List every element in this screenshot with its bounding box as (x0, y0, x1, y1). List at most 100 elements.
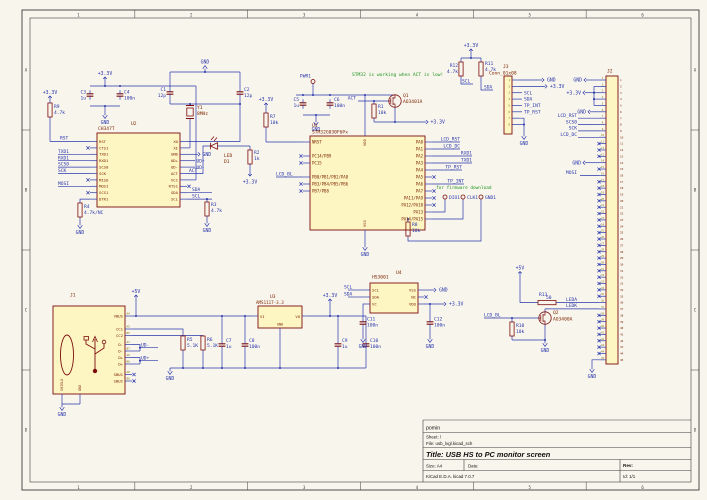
power-label: GND (101, 120, 110, 126)
j1-pin-number: B8 (127, 377, 131, 381)
power-label: +3.3V (259, 97, 274, 103)
r6-symbol[interactable] (200, 335, 206, 351)
u4-pin-name: VSS (409, 287, 417, 292)
j1-pin-name: SHIELD (60, 379, 64, 391)
power-label: +3.3V (98, 71, 113, 77)
power-label: GND (203, 228, 212, 234)
ref-value-label: LCD_RST (441, 137, 461, 143)
u1-pin-name: PA0 (416, 140, 424, 145)
title-block: pomin Sheet: / File: usb_lvgl.kicad_sch … (422, 419, 691, 482)
gnd-symbol (102, 112, 108, 119)
j2-pin-number: 21 (601, 203, 605, 207)
junction-dot (469, 56, 473, 60)
c8-symbol (241, 343, 249, 347)
j2-connector-body[interactable] (605, 75, 619, 365)
j2-net-label: LEDK (566, 303, 577, 309)
j2-pin-number: 10 (601, 133, 605, 137)
c4-symbol (116, 93, 124, 97)
ref-value-label: J1 (70, 293, 76, 299)
j2-pin-number: 19 (601, 190, 605, 194)
r5-symbol[interactable] (180, 335, 186, 351)
r2-symbol[interactable] (247, 149, 253, 165)
gnd-symbol (59, 404, 65, 411)
ref-value-label: C12 (434, 317, 443, 323)
j2-pin-name: 31 (620, 269, 624, 273)
junction-dot (134, 314, 138, 318)
ref-value-label: TXD1 (461, 158, 472, 164)
no-connect-x (299, 154, 303, 158)
comment-text: STM32 is working when ACT is low! (352, 72, 443, 78)
junction-dot (328, 314, 332, 318)
junction-dot (201, 366, 205, 370)
ref-value-label: LED (224, 153, 233, 159)
r4-symbol[interactable] (77, 202, 83, 218)
r1-symbol[interactable] (371, 103, 377, 119)
pwr1-testpoint[interactable] (310, 79, 316, 84)
j1-pin-number: A5 (127, 325, 131, 329)
junction-dot (243, 366, 247, 370)
ref-value-label: R6 (207, 337, 213, 343)
u2-ch347-body[interactable] (96, 132, 181, 208)
ref-value-label: TP_RST (445, 165, 462, 171)
ref-value-label: RST (60, 136, 69, 142)
ref-value-label: 1k (254, 156, 260, 162)
power-label: GND (359, 344, 368, 350)
clk1-testpoint[interactable] (460, 194, 466, 200)
j2-pin-number: 16 (601, 171, 605, 175)
ref-value-label: C3 (80, 90, 86, 96)
j2-pin-name: 27 (620, 243, 624, 247)
ref-value-label: 10k (270, 120, 279, 126)
r11-symbol[interactable] (478, 61, 484, 77)
j2-pin-name: 38 (620, 313, 624, 317)
j2-pin-name: 18 (620, 186, 624, 190)
gnd1-testpoint[interactable] (478, 194, 484, 200)
ref-value-label: 12p (244, 93, 253, 99)
ref-value-label: 100n (434, 323, 445, 329)
j2-pin-number: 42 (601, 337, 605, 341)
r7-symbol[interactable] (263, 112, 269, 128)
power-label: +3.3V (550, 84, 565, 90)
power-label: GND (201, 60, 210, 66)
j1-pin-name: D- (118, 348, 123, 353)
u2-pin-name: MOSI (99, 184, 108, 189)
r3-symbol[interactable] (204, 201, 210, 217)
junction-dot (336, 366, 340, 370)
r10-symbol[interactable] (509, 321, 515, 337)
u2-pin-name: ACT (171, 171, 179, 176)
power-label: GND (76, 230, 85, 236)
j2-pin-name: 40 (620, 326, 624, 330)
ref-value-label: SCL (344, 285, 353, 291)
r9-symbol[interactable] (47, 102, 53, 118)
ref-value-label: 1u (293, 103, 299, 109)
frame-row-label: D (25, 428, 28, 433)
j2-pin-name: 11 (620, 142, 624, 146)
kicad-schematic-window: { "colors": { "bg": "#f8f5ec", "wire": "… (0, 0, 707, 500)
dio1-testpoint[interactable] (442, 194, 448, 200)
j2-pin-number: 26 (601, 235, 605, 239)
ref-value-label: C1 (160, 87, 166, 93)
title-block-file: File: usb_lvgl.kicad_sch (426, 441, 473, 446)
ref-value-label: C10 (370, 338, 379, 344)
ref-value-label: AMS1117-3.3 (256, 300, 284, 305)
j2-pin-number: 11 (601, 140, 605, 144)
y1-crystal-symbol[interactable] (186, 107, 194, 117)
j1-pin-number: B5 (127, 331, 131, 335)
c3-symbol (86, 93, 94, 97)
j2-pin-number: 7 (602, 114, 604, 118)
r12-symbol[interactable] (458, 61, 464, 77)
power-label: GND (572, 160, 581, 166)
junction-dot (220, 366, 224, 370)
ref-value-label: C6 (334, 97, 340, 103)
schematic-canvas[interactable]: pomin Sheet: / File: usb_lvgl.kicad_sch … (0, 0, 707, 500)
ref-value-label: R1 (378, 104, 384, 110)
junction-dot (328, 93, 332, 97)
power-label: GND (439, 288, 448, 294)
j2-pin-number: 18 (601, 184, 605, 188)
j1-pin-name: D+ (118, 355, 123, 360)
power-label: +3.3V (464, 43, 479, 49)
title-block-sheet: Sheet: / (426, 435, 442, 440)
ref-value-label: 8MHz (197, 111, 208, 117)
ref-value-label: SCS0 (58, 162, 69, 168)
ref-value-label: 10k (412, 228, 421, 234)
u1-pin-name: PB7/PB8 (312, 189, 329, 194)
